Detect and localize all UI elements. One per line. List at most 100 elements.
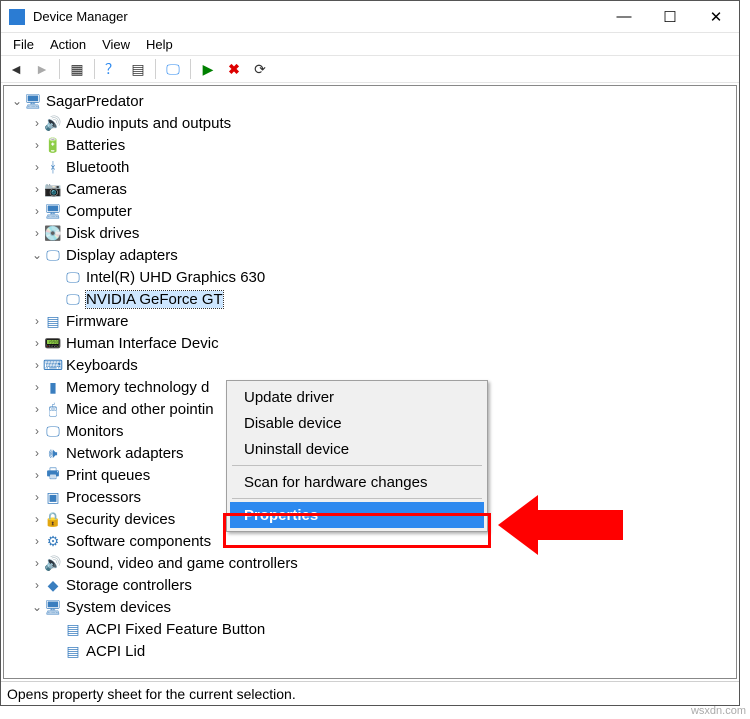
root-computer[interactable]: ⌄🖥SagarPredator xyxy=(4,90,736,112)
device-icon: ▮ xyxy=(44,379,62,395)
statusbar: Opens property sheet for the current sel… xyxy=(1,681,739,705)
tree-label: Cameras xyxy=(66,181,127,198)
close-button[interactable]: ✕ xyxy=(693,2,739,32)
device-manager-window: Device Manager — ☐ ✕ File Action View He… xyxy=(0,0,740,706)
category-system-devices[interactable]: ⌄🖥System devices xyxy=(4,596,736,618)
window-title: Device Manager xyxy=(33,9,601,24)
device-icon: ▣ xyxy=(44,489,62,505)
twisty-icon[interactable]: ⌄ xyxy=(30,600,44,614)
tree-label: Mice and other pointin xyxy=(66,401,214,418)
device-icon: ◆ xyxy=(44,577,62,593)
device-icon: 🖵 xyxy=(44,423,62,439)
tree-label: Batteries xyxy=(66,137,125,154)
uninstall-button[interactable]: ✖ xyxy=(223,58,245,80)
device-acpi-fixed-button[interactable]: ▤ACPI Fixed Feature Button xyxy=(4,618,736,640)
tree-label: Firmware xyxy=(66,313,129,330)
twisty-icon[interactable]: › xyxy=(30,336,44,350)
forward-button[interactable]: ► xyxy=(31,58,53,80)
tree-category[interactable]: ›💽Disk drives xyxy=(4,222,736,244)
enable-device-button[interactable]: ▶ xyxy=(197,58,219,80)
content-pane: ⌄🖥SagarPredator›🔊Audio inputs and output… xyxy=(3,85,737,679)
twisty-icon[interactable]: › xyxy=(30,226,44,240)
tree-category[interactable]: ›📷Cameras xyxy=(4,178,736,200)
tree-category[interactable]: ›🖥Computer xyxy=(4,200,736,222)
tree-category[interactable]: ›▤Firmware xyxy=(4,310,736,332)
status-text: Opens property sheet for the current sel… xyxy=(7,686,296,702)
device-icon: 📟 xyxy=(44,335,62,351)
menu-view[interactable]: View xyxy=(94,35,138,54)
update-driver-toolbar-button[interactable]: 🖵 xyxy=(162,58,184,80)
twisty-icon[interactable]: › xyxy=(30,204,44,218)
menu-help[interactable]: Help xyxy=(138,35,181,54)
twisty-icon[interactable]: › xyxy=(30,314,44,328)
twisty-icon[interactable]: › xyxy=(30,446,44,460)
twisty-icon[interactable]: › xyxy=(30,358,44,372)
device-icon: 🖥 xyxy=(24,93,42,109)
device-icon: 🔋 xyxy=(44,137,62,153)
device-nvidia-geforce[interactable]: 🖵NVIDIA GeForce GT xyxy=(4,288,736,310)
ctx-properties[interactable]: Properties xyxy=(230,502,484,528)
menu-action[interactable]: Action xyxy=(42,35,94,54)
device-icon: 🔒 xyxy=(44,511,62,527)
twisty-icon[interactable]: › xyxy=(30,380,44,394)
device-icon: ▤ xyxy=(44,313,62,329)
twisty-icon[interactable]: ⌄ xyxy=(30,248,44,262)
help-button[interactable]: ？ xyxy=(101,58,123,80)
twisty-icon[interactable]: › xyxy=(30,138,44,152)
tree-category[interactable]: ›📟Human Interface Devic xyxy=(4,332,736,354)
twisty-icon[interactable]: ⌄ xyxy=(10,94,24,108)
tree-category[interactable]: ›⌨Keyboards xyxy=(4,354,736,376)
device-icon: 🔊 xyxy=(44,555,62,571)
tree-label: Disk drives xyxy=(66,225,139,242)
tree-label: Monitors xyxy=(66,423,124,440)
maximize-button[interactable]: ☐ xyxy=(647,2,693,32)
show-hide-tree-button[interactable]: ▦ xyxy=(66,58,88,80)
device-icon: 🕪 xyxy=(44,445,62,461)
twisty-icon[interactable]: › xyxy=(30,402,44,416)
titlebar: Device Manager — ☐ ✕ xyxy=(1,1,739,33)
ctx-uninstall-device[interactable]: Uninstall device xyxy=(230,436,484,462)
ctx-divider xyxy=(232,498,482,499)
device-acpi-lid[interactable]: ▤ACPI Lid xyxy=(4,640,736,662)
scan-hardware-button[interactable]: ⟳ xyxy=(249,58,271,80)
tree-label: Storage controllers xyxy=(66,577,192,594)
tree-category[interactable]: ›◆Storage controllers xyxy=(4,574,736,596)
twisty-icon[interactable]: › xyxy=(30,534,44,548)
tree-label: NVIDIA GeForce GT xyxy=(86,291,223,308)
tree-category[interactable]: ›🔊Audio inputs and outputs xyxy=(4,112,736,134)
tree-label: Audio inputs and outputs xyxy=(66,115,231,132)
twisty-icon[interactable]: › xyxy=(30,116,44,130)
context-menu: Update driver Disable device Uninstall d… xyxy=(226,380,488,532)
twisty-icon[interactable]: › xyxy=(30,160,44,174)
twisty-icon[interactable]: › xyxy=(30,424,44,438)
tree-category[interactable]: ›ᚼBluetooth xyxy=(4,156,736,178)
category-display-adapters[interactable]: ⌄🖵Display adapters xyxy=(4,244,736,266)
menubar: File Action View Help xyxy=(1,33,739,55)
device-icon: ▤ xyxy=(64,621,82,637)
tree-label: Intel(R) UHD Graphics 630 xyxy=(86,269,265,286)
tree-label: Human Interface Devic xyxy=(66,335,219,352)
device-intel-uhd[interactable]: 🖵Intel(R) UHD Graphics 630 xyxy=(4,266,736,288)
ctx-scan-hardware[interactable]: Scan for hardware changes xyxy=(230,469,484,495)
twisty-icon[interactable]: › xyxy=(30,578,44,592)
tree-category[interactable]: ›🔋Batteries xyxy=(4,134,736,156)
minimize-button[interactable]: — xyxy=(601,2,647,32)
twisty-icon[interactable]: › xyxy=(30,182,44,196)
toolbar-sep xyxy=(190,59,191,79)
twisty-icon[interactable]: › xyxy=(30,512,44,526)
toolbar-sep xyxy=(94,59,95,79)
tree-label: Software components xyxy=(66,533,211,550)
tree-label: ACPI Fixed Feature Button xyxy=(86,621,265,638)
ctx-disable-device[interactable]: Disable device xyxy=(230,410,484,436)
properties-toolbar-button[interactable]: ▤ xyxy=(127,58,149,80)
twisty-icon[interactable]: › xyxy=(30,490,44,504)
device-icon: 🖵 xyxy=(44,247,62,263)
tree-label: Network adapters xyxy=(66,445,184,462)
menu-file[interactable]: File xyxy=(5,35,42,54)
twisty-icon[interactable]: › xyxy=(30,468,44,482)
ctx-update-driver[interactable]: Update driver xyxy=(230,384,484,410)
twisty-icon[interactable]: › xyxy=(30,556,44,570)
device-icon: ⚙ xyxy=(44,533,62,549)
device-icon: 🖥 xyxy=(44,203,62,219)
back-button[interactable]: ◄ xyxy=(5,58,27,80)
